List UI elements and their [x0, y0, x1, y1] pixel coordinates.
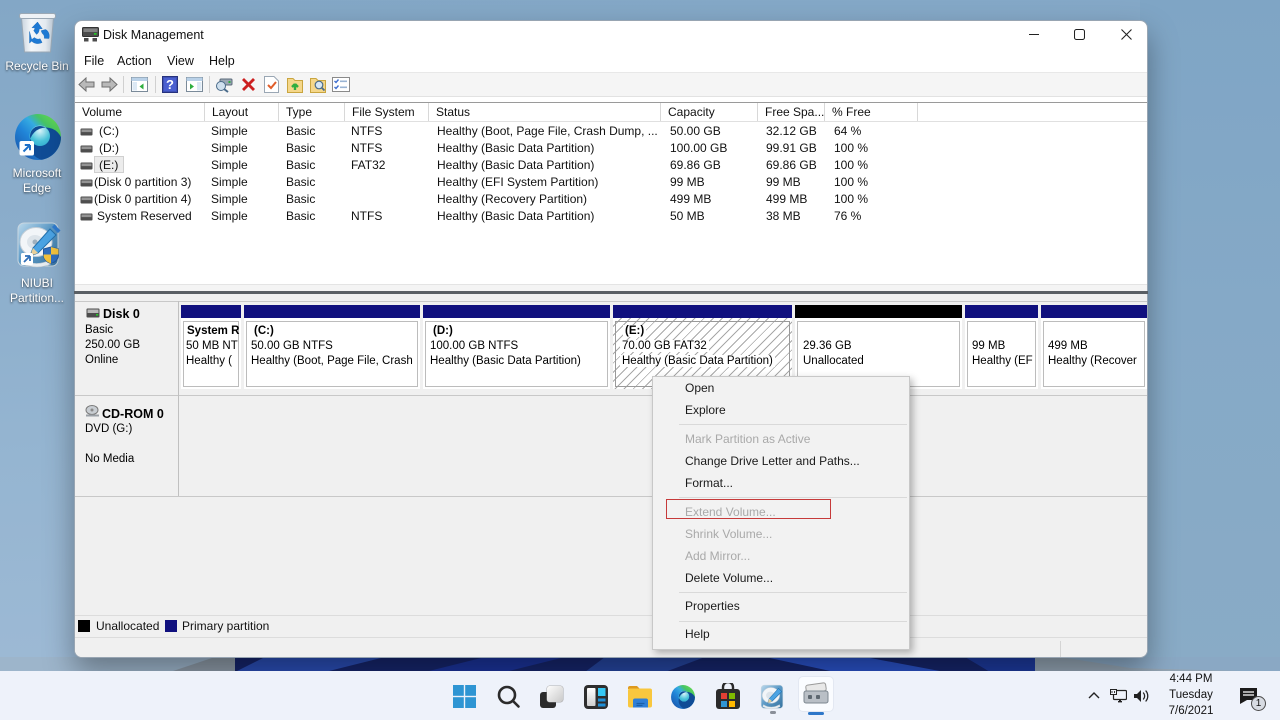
svg-text:?: ?	[166, 77, 174, 92]
